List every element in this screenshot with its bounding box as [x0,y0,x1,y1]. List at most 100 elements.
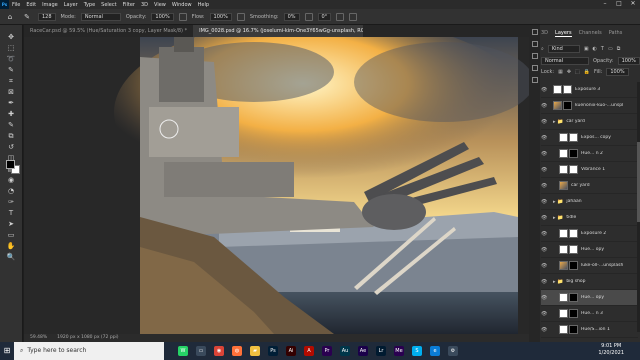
layer-thumbnail[interactable] [559,261,568,270]
menu-item-file[interactable]: File [9,2,23,8]
brush-tool-icon[interactable]: ✎ [5,121,17,129]
zoom-level[interactable]: 59.48% [30,334,47,342]
layer-row[interactable]: 👁 Hue... opy [541,242,638,258]
acrobat-icon[interactable]: A [304,346,314,356]
whatsapp-icon[interactable]: W [178,346,188,356]
flow-field[interactable]: 100% [209,12,232,21]
layer-mask-thumbnail[interactable] [569,325,578,334]
adjustment-layer-thumbnail[interactable] [559,165,568,174]
layer-mask-thumbnail[interactable] [563,101,572,110]
visibility-eye-icon[interactable]: 👁 [541,199,547,205]
layer-row[interactable]: 👁 ▸ 📁 car yard [541,114,638,130]
frame-tool-icon[interactable]: ⊠ [5,88,17,96]
layer-thumbnail[interactable] [553,101,562,110]
visibility-eye-icon[interactable]: 👁 [541,215,547,221]
adjustment-layer-thumbnail[interactable] [559,325,568,334]
visibility-eye-icon[interactable]: 👁 [541,151,547,157]
menu-item-type[interactable]: Type [81,2,98,8]
layer-row[interactable]: 👁 Expos... copy [541,130,638,146]
zoom-tool-icon[interactable]: 🔍 [5,253,17,261]
skype-icon[interactable]: S [412,346,422,356]
layer-mask-thumbnail[interactable] [569,165,578,174]
adjustment-layer-thumbnail[interactable] [553,85,562,94]
quick-select-tool-icon[interactable]: ✎ [5,66,17,74]
adjustment-layer-thumbnail[interactable] [559,245,568,254]
shape-filter-icon[interactable]: ▭ [608,46,613,52]
brush-size-field[interactable]: 128 [38,12,56,21]
smoothing-field[interactable]: 0% [283,12,300,21]
layer-mask-thumbnail[interactable] [569,261,578,270]
adjustments-panel-icon[interactable] [531,53,538,59]
folder-icon[interactable]: ▸ 📁 [553,215,563,221]
taskbar-search[interactable]: ⌕ Type here to search [14,342,164,360]
windows-start-icon[interactable]: ⊞ [0,342,14,360]
panel-tab-3d[interactable]: 3D [541,30,548,37]
lasso-tool-icon[interactable]: ➰ [5,55,17,63]
visibility-eye-icon[interactable]: 👁 [541,247,547,253]
layer-mask-thumbnail[interactable] [569,245,578,254]
folder-icon[interactable]: ▸ 📁 [553,119,563,125]
panel-tab-channels[interactable]: Channels [579,30,602,37]
history-brush-tool-icon[interactable]: ↺ [5,143,17,151]
blend-mode-select[interactable]: Normal [541,57,589,65]
pressure-size-icon[interactable] [336,12,345,21]
menu-item-view[interactable]: View [151,2,169,8]
dodge-tool-icon[interactable]: ◔ [5,187,17,195]
lock-pixels-icon[interactable]: ▦ [558,69,563,75]
lock-artboard-icon[interactable]: ⬚ [575,69,580,75]
folder-icon[interactable]: ▸ 📁 [553,279,563,285]
layer-row[interactable]: 👁 car yard [541,178,638,194]
layer-mask-thumbnail[interactable] [569,149,578,158]
libraries-panel-icon[interactable] [531,65,538,71]
menu-item-image[interactable]: Image [39,2,61,8]
media-encoder-icon[interactable]: Me [394,346,404,356]
adjustment-layer-thumbnail[interactable] [559,133,568,142]
layer-row[interactable]: 👁 luke-oll-...unsplash [541,258,638,274]
folder-icon[interactable]: ▸ 📁 [553,199,563,205]
smart-filter-icon[interactable]: ⧉ [617,46,621,52]
layer-mask-thumbnail[interactable] [569,293,578,302]
audition-icon[interactable]: Au [340,346,350,356]
clone-stamp-tool-icon[interactable]: ⧉ [5,132,17,140]
blur-tool-icon[interactable]: ◉ [5,176,17,184]
layer-row[interactable]: 👁 kuenonix-kuo-...unsplash [541,98,638,114]
layer-row[interactable]: 👁 Hue... n 2 [541,146,638,162]
mode-select[interactable]: Normal [80,12,121,21]
home-icon[interactable]: ⌂ [4,13,16,21]
layer-mask-thumbnail[interactable] [569,133,578,142]
layer-mask-thumbnail[interactable] [569,309,578,318]
eyedropper-tool-icon[interactable]: ✒ [5,99,17,107]
history-panel-icon[interactable] [531,29,538,35]
visibility-eye-icon[interactable]: 👁 [541,327,547,333]
crop-tool-icon[interactable]: ⌗ [5,77,17,85]
properties-panel-icon[interactable] [531,41,538,47]
adjustment-layer-thumbnail[interactable] [559,309,568,318]
smoothing-settings-icon[interactable] [304,12,313,21]
foreground-color-swatch[interactable] [6,160,15,169]
minimize-button[interactable]: – [598,0,612,9]
visibility-eye-icon[interactable]: 👁 [541,231,547,237]
layer-row[interactable]: 👁 Hue... n 3 [541,306,638,322]
visibility-eye-icon[interactable]: 👁 [541,183,547,189]
visibility-eye-icon[interactable]: 👁 [541,167,547,173]
canvas-image[interactable] [24,37,529,334]
layer-thumbnail[interactable] [559,181,568,190]
hand-tool-icon[interactable]: ✋ [5,242,17,250]
menu-item-window[interactable]: Window [169,2,195,8]
symmetry-icon[interactable] [349,12,358,21]
document-tab[interactable]: IMG_0028.psd @ 16.7% (joselumi-kim-One3Y… [193,25,364,37]
adjustment-layer-thumbnail[interactable] [559,229,568,238]
adjustment-filter-icon[interactable]: ◐ [593,46,597,52]
layer-mask-thumbnail[interactable] [569,229,578,238]
layer-opacity-field[interactable]: 100% [617,57,640,65]
visibility-eye-icon[interactable]: 👁 [541,279,547,285]
close-button[interactable]: ✕ [626,0,640,9]
swatches-panel-icon[interactable] [531,77,538,83]
visibility-eye-icon[interactable]: 👁 [541,295,547,301]
pixel-filter-icon[interactable]: ▣ [584,46,589,52]
taskbar-clock[interactable]: 9:01 PM 1/20/2021 [598,343,624,357]
brush-preset-icon[interactable]: ✎ [21,13,33,21]
firefox-icon[interactable]: ◍ [232,346,242,356]
healing-tool-icon[interactable]: ✚ [5,110,17,118]
adjustment-layer-thumbnail[interactable] [559,293,568,302]
